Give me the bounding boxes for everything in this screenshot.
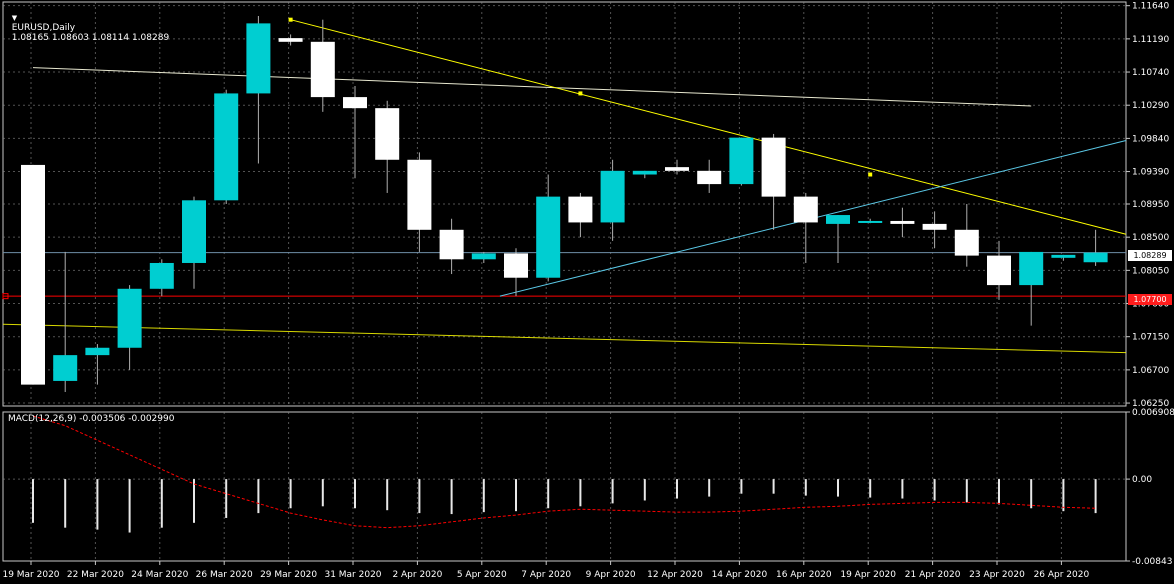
macd-scale-label: 0.006908 xyxy=(1132,408,1174,418)
bull-candle xyxy=(117,288,142,348)
date-label: 5 Apr 2020 xyxy=(457,570,507,580)
bull-candle xyxy=(729,137,754,185)
date-label: 22 Mar 2020 xyxy=(67,570,124,580)
bear-candle xyxy=(954,229,979,256)
price-label: 1.08050 xyxy=(1132,266,1169,276)
chart-header[interactable]: ▼ EURUSD,Daily 1.08165 1.08603 1.08114 1… xyxy=(6,3,169,43)
trendline-anchor xyxy=(578,91,583,96)
date-label: 16 Apr 2020 xyxy=(776,570,832,580)
date-label: 24 Mar 2020 xyxy=(131,570,188,580)
date-label: 29 Mar 2020 xyxy=(260,570,317,580)
ohlc-values: 1.08165 1.08603 1.08114 1.08289 xyxy=(11,33,170,43)
date-label: 9 Apr 2020 xyxy=(586,570,636,580)
price-label: 1.09840 xyxy=(1132,134,1169,144)
macd-signal-line xyxy=(32,415,1096,529)
chart-canvas[interactable]: 1.11640 1.11190 1.10740 1.10290 1.09840 1.093… xyxy=(0,0,1174,584)
bull-candle xyxy=(632,170,657,175)
bear-candle xyxy=(375,108,400,160)
date-label: 21 Apr 2020 xyxy=(905,570,961,580)
time-axis: 19 Mar 2020 22 Mar 2020 24 Mar 2020 26 Mar … xyxy=(2,561,1089,580)
bull-candle xyxy=(246,23,271,94)
macd-pane-frame xyxy=(2,411,1127,562)
price-label: 1.11190 xyxy=(1132,35,1169,45)
ma_light-trendline xyxy=(32,67,1032,107)
macd-scale-label: 0.00 xyxy=(1132,475,1152,485)
price-label: 1.08950 xyxy=(1132,200,1169,210)
bear-candle xyxy=(568,196,593,223)
ma_yellow-trendline xyxy=(2,323,1127,354)
date-label: 19 Mar 2020 xyxy=(2,570,59,580)
macd-indicator xyxy=(3,415,1126,533)
bear-candle xyxy=(504,253,528,278)
date-label: 26 Apr 2020 xyxy=(1034,570,1090,580)
symbol-label: EURUSD,Daily xyxy=(11,23,76,33)
bull-candle xyxy=(85,347,110,356)
level-price-tag: 1.07700 xyxy=(1128,294,1172,305)
bull-candle xyxy=(214,93,239,201)
date-label: 2 Apr 2020 xyxy=(392,570,442,580)
chart-objects xyxy=(2,17,1127,354)
bear-candle xyxy=(21,164,45,385)
price-label: 1.10740 xyxy=(1132,68,1169,78)
price-axis: 1.11640 1.11190 1.10740 1.10290 1.09840 1.093… xyxy=(1126,2,1174,567)
price-label: 1.08500 xyxy=(1132,233,1169,243)
price-label: 1.07150 xyxy=(1132,333,1169,343)
price-label: 1.09390 xyxy=(1132,168,1169,178)
bear-candle xyxy=(343,97,367,109)
macd-label: MACD(12,26,9) -0.003506 -0.002990 xyxy=(8,414,175,424)
trendline-anchor xyxy=(868,172,873,177)
bull-candle xyxy=(53,355,78,381)
bid-price-tag: 1.08289 xyxy=(1128,250,1172,261)
bull-candle xyxy=(826,215,850,224)
price-label: 1.06700 xyxy=(1132,366,1169,376)
bear-candle xyxy=(278,38,303,42)
bear-candle xyxy=(697,170,722,185)
date-label: 7 Apr 2020 xyxy=(521,570,571,580)
bull-candle xyxy=(1051,254,1076,258)
bear-candle xyxy=(310,41,335,98)
bull-candle xyxy=(600,170,625,223)
bull-candle xyxy=(1083,252,1108,263)
bull-candle xyxy=(471,253,496,260)
bull-candle xyxy=(149,262,174,289)
bear-candle xyxy=(793,196,818,223)
triangle-down-icon[interactable]: ▼ xyxy=(12,14,17,22)
price-label: 1.10290 xyxy=(1132,101,1169,111)
macd-scale-label: -0.00843 xyxy=(1132,557,1172,567)
bull-candle xyxy=(1019,251,1044,286)
trendline-anchor xyxy=(288,17,293,22)
bear-candle xyxy=(439,229,464,260)
date-label: 26 Mar 2020 xyxy=(196,570,253,580)
bull-candle xyxy=(536,196,561,278)
bear-candle xyxy=(890,220,915,224)
bull-candle xyxy=(182,200,206,263)
date-label: 19 Apr 2020 xyxy=(840,570,896,580)
bear-candle xyxy=(987,255,1011,286)
date-label: 23 Apr 2020 xyxy=(969,570,1025,580)
date-label: 12 Apr 2020 xyxy=(647,570,703,580)
bull-candle xyxy=(858,220,883,223)
date-label: 14 Apr 2020 xyxy=(712,570,768,580)
bear-candle xyxy=(922,223,947,230)
bear-candle xyxy=(761,137,786,197)
bear-candle xyxy=(665,167,689,171)
date-label: 31 Mar 2020 xyxy=(324,570,381,580)
bear-candle xyxy=(407,159,432,230)
price-label: 1.11640 xyxy=(1132,2,1169,12)
